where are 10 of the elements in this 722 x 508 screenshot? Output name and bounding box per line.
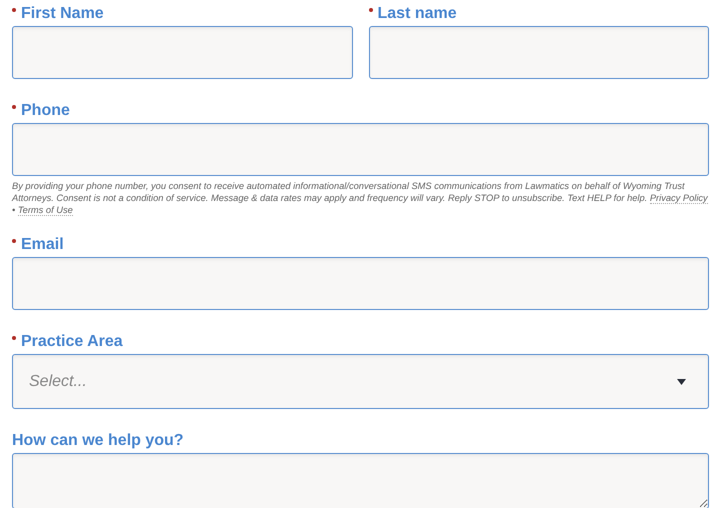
consent-text: By providing your phone number, you consent to receive automated informational/conversational SMS communications from Lawmatics on behalf of Wyoming Trust Attorneys. Consent is not a condition of service. Message & data rates may apply and frequency will vary. Reply STOP to unsubscribe. Text HELP for help. Privacy Policy • Terms of Use xyxy=(12,180,709,216)
policy-link[interactable]: Terms of Use xyxy=(18,205,73,216)
select-field[interactable]: Select... xyxy=(12,354,709,409)
field-label: How can we help you? xyxy=(12,431,184,450)
field-label: Email xyxy=(21,235,64,254)
field-label: Phone xyxy=(21,101,70,120)
policy-link[interactable]: Privacy Policy xyxy=(650,193,708,204)
field-label: First Name xyxy=(21,4,104,23)
field-label: Practice Area xyxy=(21,332,123,351)
field-label: Last name xyxy=(378,4,457,23)
